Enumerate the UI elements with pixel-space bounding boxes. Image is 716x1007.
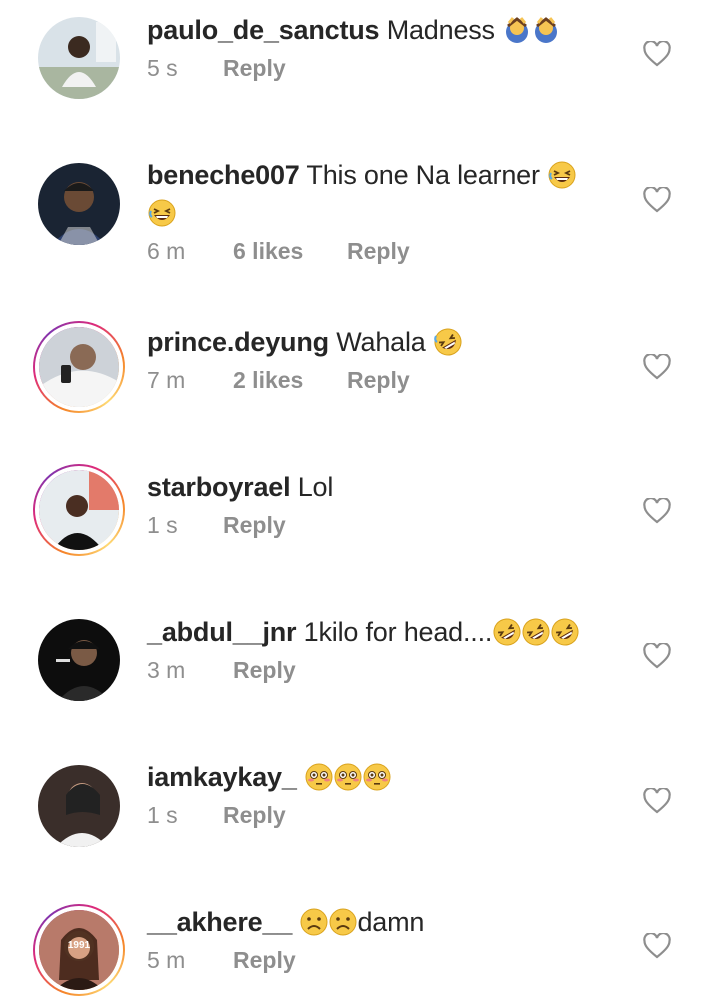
comment-meta: 1 s Reply	[147, 802, 617, 829]
reply-button[interactable]: Reply	[223, 55, 286, 82]
avatar[interactable]	[33, 614, 125, 706]
comment-body: Madness	[386, 15, 495, 45]
comment-meta: 7 m 2 likes Reply	[147, 367, 617, 394]
comment-text: iamkaykay_	[147, 758, 617, 796]
avatar[interactable]	[33, 12, 125, 104]
comment-text: _abdul__jnr 1kilo for head....	[147, 613, 617, 651]
rolling-on-floor-laughing-emoji-icon	[522, 618, 550, 646]
comment-meta: 5 s Reply	[147, 55, 617, 82]
username-link[interactable]: iamkaykay_	[147, 762, 297, 792]
comment-text: paulo_de_sanctus Madness	[147, 11, 617, 49]
comment-body: Lol	[297, 472, 334, 502]
flushed-face-emoji-icon	[305, 763, 333, 791]
heart-icon[interactable]	[643, 643, 671, 669]
comment-text-line2	[147, 194, 617, 232]
reply-button[interactable]: Reply	[223, 512, 286, 539]
likes-count-button[interactable]: 2 likes	[233, 367, 347, 394]
comment-meta: 5 m Reply	[147, 947, 617, 974]
comment-text: __akhere__ damn	[147, 903, 617, 941]
timestamp: 6 m	[147, 238, 186, 264]
comment-body: 1kilo for head....	[303, 617, 493, 647]
person-gesturing-no-emoji-icon	[503, 16, 531, 44]
heart-icon[interactable]	[643, 354, 671, 380]
frowning-face-emoji-icon	[329, 908, 357, 936]
flushed-face-emoji-icon	[363, 763, 391, 791]
rolling-on-floor-laughing-emoji-icon	[434, 328, 462, 356]
username-link[interactable]: starboyrael	[147, 472, 291, 502]
username-link[interactable]: _abdul__jnr	[147, 617, 297, 647]
heart-icon[interactable]	[643, 41, 671, 67]
comment-meta: 3 m Reply	[147, 657, 617, 684]
likes-count-button[interactable]: 6 likes	[233, 238, 347, 265]
reply-button[interactable]: Reply	[347, 238, 410, 265]
timestamp: 7 m	[147, 367, 186, 393]
avatar[interactable]	[33, 158, 125, 250]
comment-body: This one Na learner	[306, 160, 540, 190]
heart-icon[interactable]	[643, 187, 671, 213]
timestamp: 5 s	[147, 55, 178, 81]
username-link[interactable]: __akhere__	[147, 907, 292, 937]
avatar[interactable]	[33, 760, 125, 852]
frowning-face-emoji-icon	[300, 908, 328, 936]
heart-icon[interactable]	[643, 788, 671, 814]
username-link[interactable]: beneche007	[147, 160, 300, 190]
reply-button[interactable]: Reply	[223, 802, 286, 829]
heart-icon[interactable]	[643, 498, 671, 524]
rolling-on-floor-laughing-emoji-icon	[493, 618, 521, 646]
comment-meta: 1 s Reply	[147, 512, 617, 539]
timestamp: 1 s	[147, 512, 178, 538]
comment-text: beneche007 This one Na learner	[147, 156, 617, 194]
comment-text: starboyrael Lol	[147, 468, 617, 506]
rolling-on-floor-laughing-emoji-icon	[551, 618, 579, 646]
timestamp: 1 s	[147, 802, 178, 828]
avatar-overlay-text: 1991	[67, 940, 91, 951]
comment-meta: 6 m 6 likes Reply	[147, 238, 617, 265]
reply-button[interactable]: Reply	[233, 657, 296, 684]
grinning-squinting-face-emoji-icon	[548, 161, 576, 189]
avatar-story-ring[interactable]	[33, 321, 125, 413]
flushed-face-emoji-icon	[334, 763, 362, 791]
timestamp: 5 m	[147, 947, 186, 973]
avatar-story-ring[interactable]: 1991	[33, 904, 125, 996]
comment-body: Wahala	[336, 327, 426, 357]
heart-icon[interactable]	[643, 933, 671, 959]
grinning-squinting-face-emoji-icon	[148, 199, 176, 227]
reply-button[interactable]: Reply	[347, 367, 410, 394]
username-link[interactable]: paulo_de_sanctus	[147, 15, 380, 45]
avatar-story-ring[interactable]	[33, 464, 125, 556]
reply-button[interactable]: Reply	[233, 947, 296, 974]
username-link[interactable]: prince.deyung	[147, 327, 329, 357]
timestamp: 3 m	[147, 657, 186, 683]
comment-body: damn	[357, 907, 425, 937]
person-gesturing-no-emoji-icon	[532, 16, 560, 44]
comment-text: prince.deyung Wahala	[147, 323, 617, 361]
